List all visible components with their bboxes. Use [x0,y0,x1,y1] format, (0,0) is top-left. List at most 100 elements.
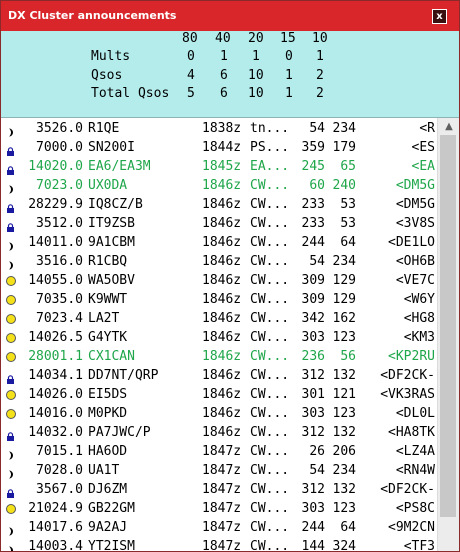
spot-row[interactable]: 14026.5 G4YTK 1846z CW... 303 123 <KM3 [1,328,437,347]
spot-frequency: 21024.9 [28,501,83,516]
spot-distance: 132 [332,482,356,497]
spot-frequency: 14026.5 [28,330,83,345]
spot-spotter: <HA8TK [388,425,435,440]
spot-comment: CW... [250,425,290,440]
spot-row[interactable]: 7023.4 LA2T 1846z CW... 342 162 <HG8 [1,309,437,328]
spot-row[interactable]: 28001.1 CX1CAN 1846z CW... 236 56 <KP2RU [1,347,437,366]
spot-row[interactable]: 3516.0 R1CBQ 1846z CW... 54 234 <OH6B [1,252,437,271]
spot-comment: CW... [250,501,290,516]
spot-row[interactable]: 7028.0 UA1T 1847z CW... 54 234 <RN4W [1,461,437,480]
spot-row[interactable]: 14032.0 PA7JWC/P 1846z CW... 312 132 <HA8TK [1,423,437,442]
spot-time: 1846z [202,235,242,250]
spot-row[interactable]: 3512.0 IT9ZSB 1846z CW... 233 53 <3V8S [1,214,437,233]
title-bar[interactable]: DX Cluster announcements x [1,1,459,31]
spot-row[interactable]: 3526.0 R1QE 1838z tn... 54 234 <R [1,119,437,138]
spot-bearing: 301 [301,387,325,402]
spot-bearing: 312 [301,482,325,497]
spot-bearing: 54 [309,121,325,136]
spot-frequency: 7015.1 [36,444,83,459]
spot-spotter: <DF2CK- [380,368,435,383]
moon-icon [7,542,16,551]
spot-row[interactable]: 21024.9 GB22GM 1847z CW... 303 123 <PS8C [1,499,437,518]
spot-time: 1847z [202,444,242,459]
spot-comment: CW... [250,254,290,269]
dot-icon [6,314,16,324]
spot-bearing: 54 [309,463,325,478]
spot-comment: CW... [250,539,290,551]
spot-time: 1846z [202,387,242,402]
spot-row[interactable]: 7023.0 UX0DA 1846z CW... 60 240 <DM5G [1,176,437,195]
spot-callsign: 9A1CBM [88,235,135,250]
spot-row[interactable]: 28229.9 IQ8CZ/B 1846z CW... 233 53 <DM5G [1,195,437,214]
spot-callsign: R1QE [88,121,120,136]
spot-bearing: 60 [309,178,325,193]
spot-row[interactable]: 7035.0 K9WWT 1846z CW... 309 129 <W6Y [1,290,437,309]
spot-row[interactable]: 14011.0 9A1CBM 1846z CW... 244 64 <DE1LO [1,233,437,252]
close-button[interactable]: x [432,9,447,24]
spot-comment: CW... [250,235,290,250]
spot-list-panel: 3526.0 R1QE 1838z tn... 54 234 <R 7000.0 SN200I 1… [1,118,459,551]
spot-bearing: 54 [309,254,325,269]
dot-icon [6,504,16,514]
spot-distance: 64 [340,520,356,535]
spot-bearing: 312 [301,425,325,440]
lock-icon [6,428,15,441]
vertical-scrollbar[interactable]: ▲ [437,118,459,551]
spot-spotter: <TF3 [403,539,435,551]
spot-distance: 129 [332,292,356,307]
spot-comment: CW... [250,216,290,231]
scroll-up-arrow-icon[interactable]: ▲ [438,118,459,135]
spot-row[interactable]: 14016.0 M0PKD 1846z CW... 303 123 <DL0L [1,404,437,423]
spot-row[interactable]: 14034.1 DD7NT/QRP 1846z CW... 312 132 <DF2CK- [1,366,437,385]
scrollbar-thumb[interactable] [440,135,456,517]
spot-bearing: 245 [301,159,325,174]
spot-callsign: G4YTK [88,330,128,345]
spot-bearing: 233 [301,197,325,212]
spot-comment: CW... [250,520,290,535]
spot-callsign: 9A2AJ [88,520,128,535]
spot-row[interactable]: 14055.0 WA5OBV 1846z CW... 309 129 <VE7C [1,271,437,290]
spot-list[interactable]: 3526.0 R1QE 1838z tn... 54 234 <R 7000.0 SN200I 1… [1,118,437,551]
spot-bearing: 244 [301,235,325,250]
spot-frequency: 7035.0 [36,292,83,307]
spot-row[interactable]: 14026.0 EI5DS 1846z CW... 301 121 <VK3RAS [1,385,437,404]
spot-frequency: 28229.9 [28,197,83,212]
stats-value: 0 [187,49,195,64]
dot-icon [6,295,16,305]
stats-value: 0 [285,49,293,64]
spot-frequency: 7028.0 [36,463,83,478]
spot-frequency: 3516.0 [36,254,83,269]
spot-distance: 240 [332,178,356,193]
spot-spotter: <W6Y [403,292,435,307]
spot-row[interactable]: 7015.1 HA6OD 1847z CW... 26 206 <LZ4A [1,442,437,461]
spot-row[interactable]: 3567.0 DJ6ZM 1847z CW... 312 132 <DF2CK- [1,480,437,499]
spot-callsign: CX1CAN [88,349,135,364]
spot-callsign: PA7JWC/P [88,425,151,440]
spot-comment: CW... [250,387,290,402]
spot-time: 1846z [202,178,242,193]
spot-callsign: EI5DS [88,387,128,402]
spot-spotter: <HG8 [403,311,435,326]
spot-spotter: <LZ4A [395,444,435,459]
stats-value: 1 [285,68,293,83]
dot-icon [6,352,16,362]
spot-row[interactable]: 14003.4 YT2ISM 1847z CW... 144 324 <TF3 [1,537,437,551]
stats-value: 2 [316,68,324,83]
spot-spotter: <VK3RAS [380,387,435,402]
spot-comment: CW... [250,311,290,326]
spot-frequency: 14055.0 [28,273,83,288]
band-header-20: 20 [248,31,264,46]
spot-row[interactable]: 14017.6 9A2AJ 1847z CW... 244 64 <9M2CN [1,518,437,537]
spot-row[interactable]: 14020.0 EA6/EA3M 1845z EA... 245 65 <EA [1,157,437,176]
spot-frequency: 28001.1 [28,349,83,364]
spot-distance: 53 [340,197,356,212]
spot-time: 1846z [202,425,242,440]
spot-comment: CW... [250,349,290,364]
spot-distance: 162 [332,311,356,326]
spot-row[interactable]: 7000.0 SN200I 1844z PS... 359 179 <ES [1,138,437,157]
spot-comment: CW... [250,178,290,193]
dot-icon [6,390,16,400]
spot-time: 1844z [202,140,242,155]
spot-time: 1846z [202,406,242,421]
spot-callsign: DJ6ZM [88,482,128,497]
